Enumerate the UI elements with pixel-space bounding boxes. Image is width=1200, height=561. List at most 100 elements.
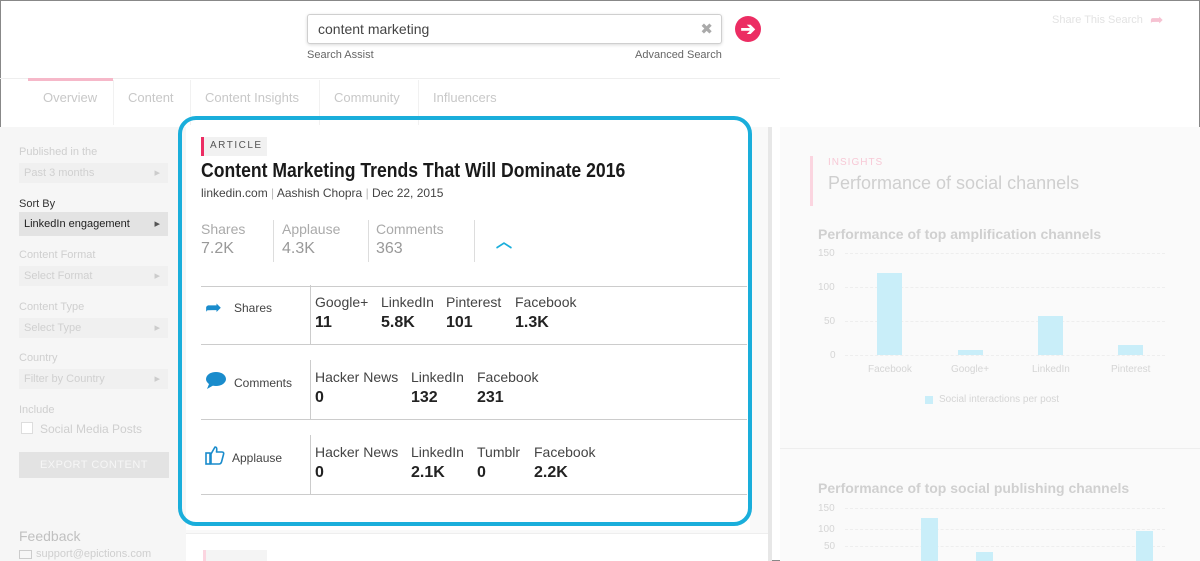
article-source[interactable]: linkedin.com (201, 186, 268, 200)
chevron-right-icon: ▸ (154, 218, 160, 230)
tab-content-insights[interactable]: Content Insights (205, 90, 299, 105)
shares-googleplus-value: 11 (315, 314, 332, 331)
stat-shares-label: Shares (201, 221, 246, 237)
shares-row-label: Shares (234, 301, 273, 315)
search-go-button[interactable]: ➔ (735, 16, 761, 42)
social-media-posts-label: Social Media Posts (40, 422, 143, 436)
article-author[interactable]: Aashish Chopra (277, 186, 362, 200)
chart1-ytick: 100 (818, 282, 835, 293)
mail-icon (19, 549, 32, 559)
share-search-link[interactable]: Share This Search (1052, 14, 1143, 26)
sort-by-value: LinkedIn engagement (24, 218, 130, 230)
active-tab-indicator (28, 78, 113, 81)
chart1-category: Pinterest (1111, 364, 1151, 375)
row-divider (201, 344, 747, 345)
chart2-title: Performance of top social publishing cha… (818, 480, 1130, 496)
applause-tumblr-value: 0 (477, 464, 486, 481)
search-input[interactable]: content marketing ✖ (307, 14, 722, 44)
content-type-value: Select Type (24, 322, 82, 334)
published-value: Past 3 months (24, 167, 95, 179)
chart1-category: Facebook (868, 364, 912, 375)
chart2-ytick: 150 (818, 503, 835, 514)
tab-overview[interactable]: Overview (43, 90, 97, 105)
article-meta: linkedin.com | Aashish Chopra | Dec 22, … (201, 186, 444, 200)
tab-separator (113, 80, 114, 125)
thumbs-up-icon (205, 445, 225, 471)
insights-title: Performance of social channels (828, 173, 1080, 193)
stat-separator (474, 220, 475, 262)
grid-line (845, 546, 1165, 547)
stat-separator (368, 220, 369, 262)
shares-pinterest-value: 101 (446, 314, 473, 331)
chart1-bar (877, 273, 902, 355)
published-label: Published in the (19, 146, 98, 158)
published-select[interactable]: Past 3 months ▸ (19, 163, 168, 183)
content-format-select[interactable]: Select Format ▸ (19, 266, 168, 286)
article-date: Dec 22, 2015 (372, 186, 444, 200)
row-divider (201, 494, 747, 495)
share-icon[interactable]: ➦ (1150, 10, 1163, 30)
clear-icon[interactable]: ✖ (700, 20, 713, 38)
tab-community[interactable]: Community (334, 90, 400, 105)
chevron-up-icon[interactable]: ︿ (496, 228, 512, 252)
comments-linkedin-value: 132 (411, 389, 438, 406)
applause-linkedin-label: LinkedIn (411, 444, 464, 460)
chevron-right-icon: ▸ (154, 373, 160, 385)
shares-googleplus-label: Google+ (315, 294, 369, 310)
stat-applause-label: Applause (282, 221, 341, 237)
chart1-ytick: 50 (824, 316, 836, 327)
country-value: Filter by Country (24, 373, 105, 385)
stat-comments-label: Comments (376, 221, 444, 237)
row-separator (310, 285, 311, 345)
shares-facebook-value: 1.3K (515, 314, 549, 331)
content-format-value: Select Format (24, 270, 93, 282)
social-media-posts-checkbox[interactable] (21, 422, 33, 434)
chevron-right-icon: ▸ (154, 167, 160, 179)
export-content-button[interactable]: EXPORT CONTENT (19, 452, 169, 478)
chart1-bar (1038, 316, 1063, 355)
chart2-ytick: 50 (824, 541, 836, 552)
applause-facebook-label: Facebook (534, 444, 596, 460)
grid-line (845, 253, 1165, 254)
tabs-divider (0, 78, 780, 79)
shares-linkedin-value: 5.8K (381, 314, 415, 331)
shares-pinterest-label: Pinterest (446, 294, 502, 310)
include-label: Include (19, 404, 55, 416)
stat-separator (273, 220, 274, 262)
support-email-link[interactable]: support@epictions.com (19, 548, 151, 560)
panel-divider (780, 448, 1200, 449)
tab-influencers[interactable]: Influencers (433, 90, 497, 105)
chart1-ytick: 0 (830, 350, 836, 361)
chart1-legend: Social interactions per post (939, 394, 1060, 405)
arrow-right-icon: ➔ (740, 19, 756, 39)
article-tag: ARTICLE (201, 137, 267, 156)
comments-facebook-value: 231 (477, 389, 504, 406)
content-type-label: Content Type (19, 301, 85, 313)
support-email: support@epictions.com (36, 548, 152, 560)
row-separator (310, 435, 311, 495)
row-separator (310, 360, 311, 420)
row-divider (201, 419, 747, 420)
chart2-bar (1136, 530, 1153, 561)
chart1-bar (958, 349, 983, 355)
chart1-title: Performance of top amplification channel… (818, 226, 1102, 242)
chart1-category: LinkedIn (1032, 364, 1070, 375)
country-label: Country (19, 352, 58, 364)
applause-facebook-value: 2.2K (534, 464, 568, 481)
comments-hackernews-value: 0 (315, 389, 324, 406)
sort-by-select[interactable]: LinkedIn engagement ▸ (19, 212, 168, 236)
tab-content[interactable]: Content (128, 90, 174, 105)
speech-bubble-icon (205, 371, 227, 395)
applause-row-label: Applause (232, 451, 283, 465)
shares-facebook-label: Facebook (515, 294, 577, 310)
scrollbar[interactable] (768, 127, 772, 561)
search-assist-link[interactable]: Search Assist (307, 49, 374, 61)
share-arrow-icon: ➦ (205, 297, 222, 319)
advanced-search-link[interactable]: Advanced Search (635, 49, 722, 61)
next-article-tag (203, 550, 267, 561)
grid-line (845, 355, 1165, 356)
filter-sidebar (0, 127, 186, 561)
country-select[interactable]: Filter by Country ▸ (19, 369, 168, 389)
content-type-select[interactable]: Select Type ▸ (19, 318, 168, 338)
article-title[interactable]: Content Marketing Trends That Will Domin… (201, 160, 625, 183)
